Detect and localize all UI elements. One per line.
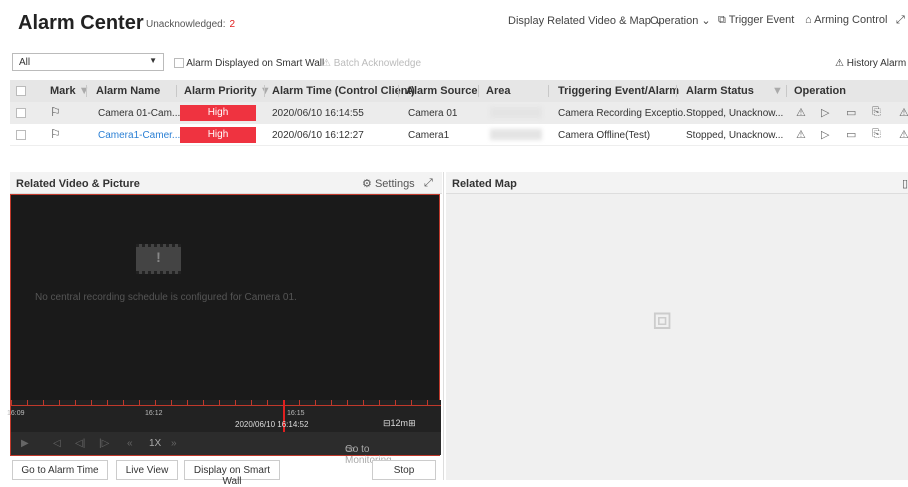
stop-button[interactable]: Stop xyxy=(372,460,436,480)
settings-button[interactable]: ⚙ Settings xyxy=(362,177,415,190)
alarm-name: Camera 01-Cam... xyxy=(98,108,181,119)
display-smart-wall-button[interactable]: Display on Smart Wall xyxy=(184,460,280,487)
col-priority[interactable]: Alarm Priority ▼ xyxy=(184,85,271,97)
speed-label: 1X xyxy=(149,438,162,449)
triggering-event: Camera Offline(Test) xyxy=(558,130,651,141)
filter-icon: ▼ xyxy=(259,85,271,97)
unacknowledged-count: Unacknowledged: 2 xyxy=(146,19,236,30)
col-area[interactable]: Area xyxy=(486,85,510,97)
video-player[interactable]: ! No central recording schedule is confi… xyxy=(7,194,441,466)
slow-icon[interactable]: « xyxy=(127,438,133,449)
zoom-out-icon: ⊟ xyxy=(383,418,391,428)
flag-icon[interactable]: ⚐ xyxy=(50,105,61,119)
map-view[interactable]: ⧈ xyxy=(446,194,908,480)
filter-bar: All ▼ Alarm Displayed on Smart Wall ⚠ Bat… xyxy=(0,46,908,76)
no-video-icon: ! xyxy=(136,244,181,274)
operation-menu[interactable]: Operation ⌄ xyxy=(650,14,711,27)
table-header: Mark ▼ Alarm Name Alarm Priority ▼ Alarm… xyxy=(10,80,908,102)
zoom-in-icon: ⊞ xyxy=(408,418,416,428)
table-row[interactable]: ⚐ Camera1-Camer... High 2020/06/10 16:12… xyxy=(10,124,908,146)
acknowledge-icon: ⚠ xyxy=(322,58,331,69)
col-alarm-name[interactable]: Alarm Name xyxy=(96,85,160,97)
alarm-icon[interactable]: ⚠ xyxy=(899,106,908,119)
alarm-status: Stopped, Unacknow... xyxy=(686,108,784,119)
video-panel-header: Related Video & Picture ⚙ Settings ⤢ xyxy=(10,172,442,194)
unack-count-value: 2 xyxy=(229,19,236,30)
popout-icon[interactable]: ▯ xyxy=(902,177,908,190)
history-alarm-button[interactable]: ⚠ History Alarm xyxy=(835,58,906,69)
area-redacted xyxy=(490,129,542,140)
expand-icon[interactable]: ⤢ xyxy=(896,14,905,27)
filter-icon: ▼ xyxy=(78,85,90,97)
col-triggering-event[interactable]: Triggering Event/Alarm xyxy=(558,85,679,97)
live-view-button[interactable]: Live View xyxy=(116,460,178,480)
alarm-source: Camera 01 xyxy=(408,108,458,119)
play-icon[interactable]: ▷ xyxy=(821,128,829,141)
map-panel-header: Related Map ▯ xyxy=(446,172,908,194)
priority-badge: High xyxy=(180,105,256,121)
export-icon[interactable]: ⎘ xyxy=(872,128,881,141)
zoom-control[interactable]: ⊟12m⊞ xyxy=(383,418,416,429)
col-alarm-source[interactable]: Alarm Source xyxy=(406,85,478,97)
header: Alarm Center Unacknowledged: 2 Display Re… xyxy=(0,0,908,46)
go-alarm-time-button[interactable]: Go to Alarm Time xyxy=(12,460,108,480)
arming-control-button[interactable]: ⌂ Arming Control xyxy=(805,14,887,26)
popout-icon[interactable]: ⤢ xyxy=(424,177,433,190)
display-wall-icon[interactable]: ▭ xyxy=(846,106,856,119)
export-icon[interactable]: ⎘ xyxy=(872,106,881,119)
gear-icon: ⚙ xyxy=(362,178,372,190)
play-icon[interactable]: ▷ xyxy=(821,106,829,119)
alarm-name[interactable]: Camera1-Camer... xyxy=(98,130,180,141)
triggering-event: Camera Recording Exceptio. xyxy=(558,108,686,119)
alarm-time: 2020/06/10 16:14:55 xyxy=(272,108,364,119)
row-checkbox[interactable] xyxy=(16,130,26,140)
col-operation: Operation xyxy=(794,85,846,97)
playback-controls: ▶ ◁ ◁| |▷ « 1X » ▭ Go to Monitoring xyxy=(11,432,441,466)
priority-badge: High xyxy=(180,127,256,143)
display-related-menu[interactable]: Display Related Video & Map ⌄ xyxy=(508,14,663,27)
alarm-filter-select[interactable]: All ▼ xyxy=(12,53,164,71)
row-checkbox[interactable] xyxy=(16,108,26,118)
acknowledge-icon[interactable]: ⚠ xyxy=(796,106,806,119)
filter-icon[interactable]: ▼ xyxy=(772,85,783,97)
trigger-event-icon: ⧉ xyxy=(718,14,726,26)
arming-icon: ⌂ xyxy=(805,14,812,26)
alarm-icon[interactable]: ⚠ xyxy=(899,128,908,141)
map-icon: ⧈ xyxy=(652,300,673,336)
alarm-status: Stopped, Unacknow... xyxy=(686,130,784,141)
prev-frame-icon[interactable]: ◁ xyxy=(53,438,61,449)
current-time: 2020/06/10 16:14:52 xyxy=(235,420,309,429)
col-alarm-status[interactable]: Alarm Status xyxy=(686,85,754,97)
fast-icon[interactable]: » xyxy=(171,438,177,449)
play-icon[interactable]: ▶ xyxy=(21,438,29,449)
table-row[interactable]: ⚐ Camera 01-Cam... High 2020/06/10 16:14… xyxy=(10,102,908,124)
step-forward-icon[interactable]: |▷ xyxy=(99,438,109,449)
batch-acknowledge-button[interactable]: ⚠ Batch Acknowledge xyxy=(322,58,421,69)
flag-icon[interactable]: ⚐ xyxy=(50,127,61,141)
trigger-event-button[interactable]: ⧉ Trigger Event xyxy=(718,14,794,27)
acknowledge-icon[interactable]: ⚠ xyxy=(796,128,806,141)
alarm-source: Camera1 xyxy=(408,130,450,141)
chevron-down-icon: ▼ xyxy=(149,56,157,65)
no-recording-message: No central recording schedule is configu… xyxy=(35,292,297,303)
playback-timeline[interactable]: 16:09 16:12 16:15 2020/06/10 16:14:52 ⊟1… xyxy=(7,400,441,432)
smart-wall-checkbox[interactable] xyxy=(174,58,184,69)
history-icon: ⚠ xyxy=(835,58,844,69)
page-title: Alarm Center xyxy=(18,12,144,34)
area-redacted xyxy=(490,107,542,118)
select-all-checkbox[interactable] xyxy=(16,86,26,96)
display-wall-icon[interactable]: ▭ xyxy=(846,128,856,141)
smart-wall-toggle[interactable]: Alarm Displayed on Smart Wall xyxy=(174,58,324,69)
alarm-time: 2020/06/10 16:12:27 xyxy=(272,130,364,141)
col-mark[interactable]: Mark ▼ xyxy=(50,85,90,97)
col-alarm-time[interactable]: Alarm Time (Control Client) xyxy=(272,85,415,97)
step-back-icon[interactable]: ◁| xyxy=(75,438,85,449)
